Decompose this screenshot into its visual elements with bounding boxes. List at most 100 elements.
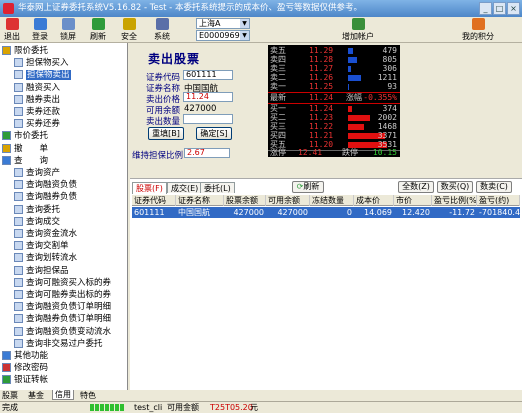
page-icon — [14, 216, 23, 226]
close-icon[interactable]: × — [507, 2, 520, 15]
minimize-icon[interactable]: _ — [479, 2, 492, 15]
third-button[interactable]: 数卖(C) — [476, 181, 512, 193]
tree-item[interactable]: 修改密码 — [2, 362, 48, 374]
tree-item[interactable]: 查询融资负债 — [14, 179, 77, 191]
quote-price: 11.23 — [309, 113, 334, 122]
tree-item[interactable]: 担保物买入 — [14, 57, 69, 69]
market-select[interactable]: 上海A ▼ — [196, 18, 250, 29]
tab-orders[interactable]: 委托(L) — [200, 182, 235, 193]
tree-item[interactable]: 查询成交 — [14, 216, 60, 228]
table-row[interactable]: 601111 中国国航 427000 427000 0 14.069 12.420 -11.7… — [132, 207, 520, 218]
page-icon — [14, 58, 23, 68]
quote-row: 卖四 11.28 805 — [268, 56, 400, 64]
page-icon — [14, 265, 23, 275]
tree-item[interactable]: 查询可融券卖出标的券 — [14, 289, 111, 301]
tree-item[interactable]: 查询资金流水 — [14, 228, 77, 240]
page-icon — [14, 107, 23, 116]
tree-item[interactable]: 查询资产 — [14, 167, 60, 179]
column-header[interactable]: 冻结数量 — [310, 195, 354, 206]
column-header[interactable]: 市价 — [394, 195, 432, 206]
column-header[interactable]: 成本价 — [354, 195, 394, 206]
account-select[interactable]: E000096912 ▼ — [196, 30, 250, 41]
refresh-grid-button[interactable]: ⟳刷新 — [292, 181, 324, 193]
table-cell: -701840.4 — [479, 208, 520, 217]
tree-item[interactable]: 撤 单 — [2, 143, 48, 155]
tab-fund[interactable]: 基金 — [28, 390, 44, 401]
tree-item[interactable]: 查询划转流水 — [14, 252, 77, 264]
column-header[interactable]: 证券名称 — [176, 195, 224, 206]
right-panel — [400, 43, 522, 178]
function-tree: 限价委托 担保物买入 担保物卖出 融资买入 融券卖出 卖券还款 买券还券 市价委托撤 单查 询… — [0, 43, 128, 390]
column-header[interactable]: 可用余额 — [266, 195, 310, 206]
reset-button[interactable]: 重填[B] — [148, 127, 184, 140]
tree-item[interactable]: 查询融资负债订单明细 — [14, 301, 111, 313]
quote-volume: 93 — [387, 82, 397, 91]
page-icon — [14, 338, 23, 348]
toolbar: 退出 登录 锁屏 刷新 安全 系统 上海A ▼ E000096912 ▼ 增加帐户 … — [0, 17, 522, 43]
tree-item[interactable]: 查询担保品 — [14, 265, 69, 277]
confirm-button[interactable]: 确定[S] — [196, 127, 232, 140]
tree-item[interactable]: 担保物卖出 — [14, 69, 71, 81]
tree-item[interactable]: 融券卖出 — [14, 94, 60, 106]
latest-label: 最新 — [270, 93, 286, 102]
tab-stock[interactable]: 股票 — [2, 390, 18, 401]
tab-credit[interactable]: 信用 — [52, 390, 74, 400]
lock-button[interactable]: 锁屏 — [58, 18, 78, 42]
limit-up-value: 12.41 — [298, 148, 323, 157]
tree-item[interactable]: 卖券还款 — [14, 106, 60, 118]
login-button[interactable]: 登录 — [30, 18, 50, 42]
column-header[interactable]: 盈亏(约) — [477, 195, 520, 206]
page-icon — [14, 180, 23, 190]
chevron-down-icon: ▼ — [240, 31, 249, 40]
avail-value: 427000 — [184, 104, 217, 114]
grid-header: 证券代码 证券名称 股票余额 可用余额 冻结数量 成本价 市价 盈亏比例(%) 盈亏(约) — [132, 195, 520, 206]
column-header[interactable]: 证券代码 — [132, 195, 176, 206]
quote-label: 买四 — [270, 131, 286, 140]
refresh-icon — [91, 18, 105, 30]
tree-item[interactable]: 限价委托 — [2, 45, 48, 57]
tab-feature[interactable]: 特色 — [80, 390, 96, 401]
select-all-button[interactable]: 全数(Z) — [398, 181, 434, 193]
shield-icon — [122, 18, 136, 30]
tree-item[interactable]: 市价委托 — [2, 130, 48, 142]
progress-bar — [90, 404, 130, 411]
tree-item[interactable]: 查询融券负债 — [14, 191, 77, 203]
depth-bar — [348, 66, 351, 72]
table-cell: -11.72 — [449, 208, 475, 217]
half-button[interactable]: 数买(Q) — [437, 181, 473, 193]
maximize-icon[interactable]: □ — [493, 2, 506, 15]
tree-item[interactable]: 查询可融资买入标的券 — [14, 277, 111, 289]
add-account-button[interactable]: 增加帐户 — [336, 18, 380, 42]
page-icon — [14, 241, 23, 251]
tree-item[interactable]: 其他功能 — [2, 350, 48, 362]
table-cell: 12.420 — [402, 208, 430, 217]
tab-stocks[interactable]: 股票(F) — [132, 182, 167, 194]
tree-item[interactable]: 查 询 — [2, 155, 48, 167]
tree-item[interactable]: 查询融资负债变动流水 — [14, 326, 111, 338]
points-button[interactable]: 我的积分 — [456, 18, 500, 42]
depth-bar — [348, 75, 361, 81]
status-file: test_cli — [134, 403, 163, 412]
page-icon — [14, 326, 23, 336]
quote-row: 买四 11.21 3371 — [268, 132, 400, 140]
security-button[interactable]: 安全 — [117, 18, 141, 42]
qty-input[interactable] — [183, 114, 233, 124]
tab-trades[interactable]: 成交(E) — [167, 182, 203, 193]
refresh-button[interactable]: 刷新 — [88, 18, 108, 42]
tree-item[interactable]: 查询交割单 — [14, 240, 69, 252]
tree-item[interactable]: 查询非交易过户委托 — [14, 338, 103, 350]
exit-button[interactable]: 退出 — [2, 18, 22, 42]
price-input[interactable]: 11.24 — [183, 92, 233, 102]
system-button[interactable]: 系统 — [150, 18, 174, 42]
tree-item[interactable]: 查询融券负债订单明细 — [14, 313, 111, 325]
column-header[interactable]: 盈亏比例(%) — [432, 195, 477, 206]
change-label: 涨幅 — [346, 93, 362, 102]
code-input[interactable]: 601111 — [183, 70, 233, 80]
tree-item[interactable]: 银证转帐 — [2, 374, 48, 386]
tree-item[interactable]: 融资买入 — [14, 82, 60, 94]
coin-icon — [471, 18, 485, 30]
tree-item[interactable]: 查询委托 — [14, 204, 60, 216]
tree-item[interactable]: 买券还券 — [14, 118, 60, 130]
quote-price: 11.29 — [309, 46, 334, 55]
column-header[interactable]: 股票余额 — [224, 195, 266, 206]
